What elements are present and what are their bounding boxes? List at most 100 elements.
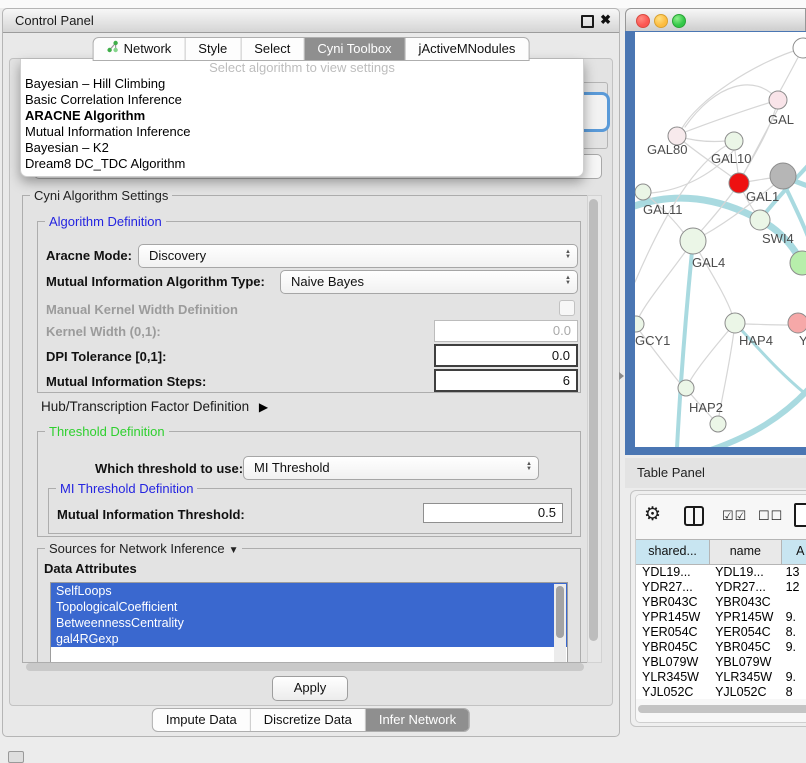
network-node-hap4[interactable] — [725, 313, 745, 333]
tab-jactivemnodules[interactable]: jActiveMNodules — [406, 38, 529, 60]
attribute-item-topologicalcoefficient[interactable]: TopologicalCoefficient — [51, 599, 567, 615]
which-threshold-value: MI Threshold — [254, 460, 330, 475]
panel-splitter-handle[interactable] — [619, 372, 624, 380]
select-all-checkboxes-icon[interactable]: ☑☑ — [722, 508, 747, 524]
close-icon[interactable]: ✖ — [600, 12, 611, 28]
sources-group-title[interactable]: Sources for Network Inference ▼ — [45, 541, 242, 556]
tab-select[interactable]: Select — [241, 38, 304, 60]
apply-button[interactable]: Apply — [272, 676, 348, 701]
table-row[interactable]: YBR045CYBR045C9. — [636, 640, 806, 655]
table-row[interactable]: YJL052CYJL052C8 — [636, 685, 806, 699]
table-panel-titlebar[interactable]: Table Panel — [625, 458, 806, 488]
control-panel-titlebar[interactable]: Control Panel ✖ — [3, 9, 619, 33]
network-node-gcy1[interactable] — [635, 316, 644, 332]
dock-panel-icon[interactable] — [8, 751, 24, 763]
network-edge-highlighted — [677, 241, 693, 447]
aracne-mode-label: Aracne Mode: — [46, 248, 132, 263]
network-edge — [685, 100, 778, 132]
tab-infer-network[interactable]: Infer Network — [366, 709, 469, 731]
network-node-gal10[interactable] — [725, 132, 743, 150]
tab-discretize-data[interactable]: Discretize Data — [251, 709, 366, 731]
float-window-icon[interactable] — [581, 15, 594, 28]
document-icon[interactable] — [794, 503, 806, 527]
algorithm-option-mutual-information-inference[interactable]: Mutual Information Inference — [25, 124, 583, 140]
table-cell: 8 — [780, 685, 806, 699]
table-row[interactable]: YDL19...YDL19...13 — [636, 565, 806, 580]
mi-algorithm-type-select[interactable]: Naive Bayes ▲▼ — [280, 270, 578, 294]
tab-network[interactable]: Network — [94, 38, 186, 60]
network-node[interactable] — [710, 416, 726, 432]
mi-steps-field[interactable] — [434, 369, 578, 392]
attribute-item-gal4rgexp[interactable]: gal4RGexp — [51, 631, 567, 647]
column-header-a[interactable]: A — [782, 540, 806, 564]
table-horizontal-scrollbar[interactable] — [638, 705, 806, 713]
hub-transcription-factor-section[interactable]: Hub/Transcription Factor Definition ▶ — [41, 399, 268, 414]
which-threshold-select[interactable]: MI Threshold ▲▼ — [243, 456, 539, 480]
mi-algorithm-type-label: Mutual Information Algorithm Type: — [46, 274, 265, 289]
expand-arrow-icon[interactable]: ▶ — [259, 400, 268, 414]
network-window-titlebar[interactable] — [625, 8, 806, 33]
network-node-gal11[interactable] — [635, 184, 651, 200]
settings-vertical-scrollbar-thumb[interactable] — [589, 199, 598, 641]
settings-horizontal-scrollbar[interactable] — [22, 662, 592, 672]
minimize-traffic-light-icon[interactable] — [654, 14, 668, 28]
tab-style[interactable]: Style — [185, 38, 241, 60]
split-columns-icon[interactable] — [684, 506, 704, 526]
aracne-mode-select[interactable]: Discovery ▲▼ — [138, 244, 578, 268]
column-header-shared[interactable]: shared... — [636, 540, 710, 564]
network-node-gal4[interactable] — [680, 228, 706, 254]
table-row[interactable]: YLR345WYLR345W9. — [636, 670, 806, 685]
network-node[interactable] — [790, 251, 806, 275]
table-row[interactable]: YPR145WYPR145W9. — [636, 610, 806, 625]
network-edge — [685, 85, 778, 127]
network-node-swi4[interactable] — [750, 210, 770, 230]
tab-cyni-toolbox[interactable]: Cyni Toolbox — [304, 38, 405, 60]
sources-title-text: Sources for Network Inference — [49, 541, 225, 556]
algorithm-option-aracne-algorithm[interactable]: ARACNE Algorithm — [25, 108, 583, 124]
table-cell: 8. — [780, 625, 806, 640]
close-traffic-light-icon[interactable] — [636, 14, 650, 28]
zoom-traffic-light-icon[interactable] — [672, 14, 686, 28]
data-attributes-label: Data Attributes — [44, 561, 137, 576]
algorithm-option-dream8-dc-tdc-algorithm[interactable]: Dream8 DC_TDC Algorithm — [25, 156, 583, 172]
tab-label: Infer Network — [379, 709, 456, 731]
attributes-scrollbar[interactable] — [554, 584, 566, 662]
attribute-items: SelfLoopsTopologicalCoefficientBetweenne… — [51, 583, 567, 647]
table-cell: YDR27... — [709, 580, 780, 595]
attribute-item-betweennesscentrality[interactable]: BetweennessCentrality — [51, 615, 567, 631]
manual-kernel-width-checkbox[interactable] — [559, 300, 575, 316]
settings-gear-icon[interactable]: ⚙ — [644, 503, 661, 526]
algorithm-option-bayesian-hill-climbing[interactable]: Bayesian – Hill Climbing — [25, 76, 583, 92]
table-row[interactable]: YBL079WYBL079W — [636, 655, 806, 670]
network-node-gal[interactable] — [769, 91, 787, 109]
attribute-item-selfloops[interactable]: SelfLoops — [51, 583, 567, 599]
algorithm-option-basic-correlation-inference[interactable]: Basic Correlation Inference — [25, 92, 583, 108]
dpi-tolerance-field[interactable] — [434, 344, 578, 367]
network-node[interactable] — [770, 163, 796, 189]
tab-impute-data[interactable]: Impute Data — [153, 709, 251, 731]
table-row[interactable]: YER054CYER054C8. — [636, 625, 806, 640]
tab-label: Network — [124, 38, 172, 60]
kernel-width-field[interactable] — [434, 320, 578, 342]
network-edge — [745, 324, 790, 325]
deselect-checkboxes-icon[interactable]: ☐☐ — [758, 508, 783, 524]
table-cell: YER054C — [709, 625, 780, 640]
table-row[interactable]: YBR043CYBR043C — [636, 595, 806, 610]
collapse-arrow-icon[interactable]: ▼ — [229, 545, 239, 556]
settings-horizontal-scrollbar-thumb[interactable] — [26, 663, 584, 671]
mi-threshold-field[interactable] — [423, 503, 563, 523]
column-header-name[interactable]: name — [710, 540, 781, 564]
table-header-row: shared...nameA — [636, 539, 806, 565]
kernel-width-label: Kernel Width (0,1): — [46, 324, 161, 339]
network-canvas[interactable]: GALGAL80GAL10GAL1GAL11SWI4GAL4GCY1HAP4YH… — [635, 32, 806, 447]
network-node-hap2[interactable] — [678, 380, 694, 396]
table-cell — [780, 595, 806, 610]
table-row[interactable]: YDR27...YDR27...12 — [636, 580, 806, 595]
network-node-y[interactable] — [788, 313, 806, 333]
table-cell: 12 — [780, 580, 806, 595]
node-label-y: Y — [799, 333, 806, 348]
network-node[interactable] — [793, 38, 806, 58]
attributes-scrollbar-thumb[interactable] — [556, 586, 564, 638]
algorithm-option-bayesian-k2[interactable]: Bayesian – K2 — [25, 140, 583, 156]
settings-vertical-scrollbar[interactable] — [587, 195, 602, 663]
